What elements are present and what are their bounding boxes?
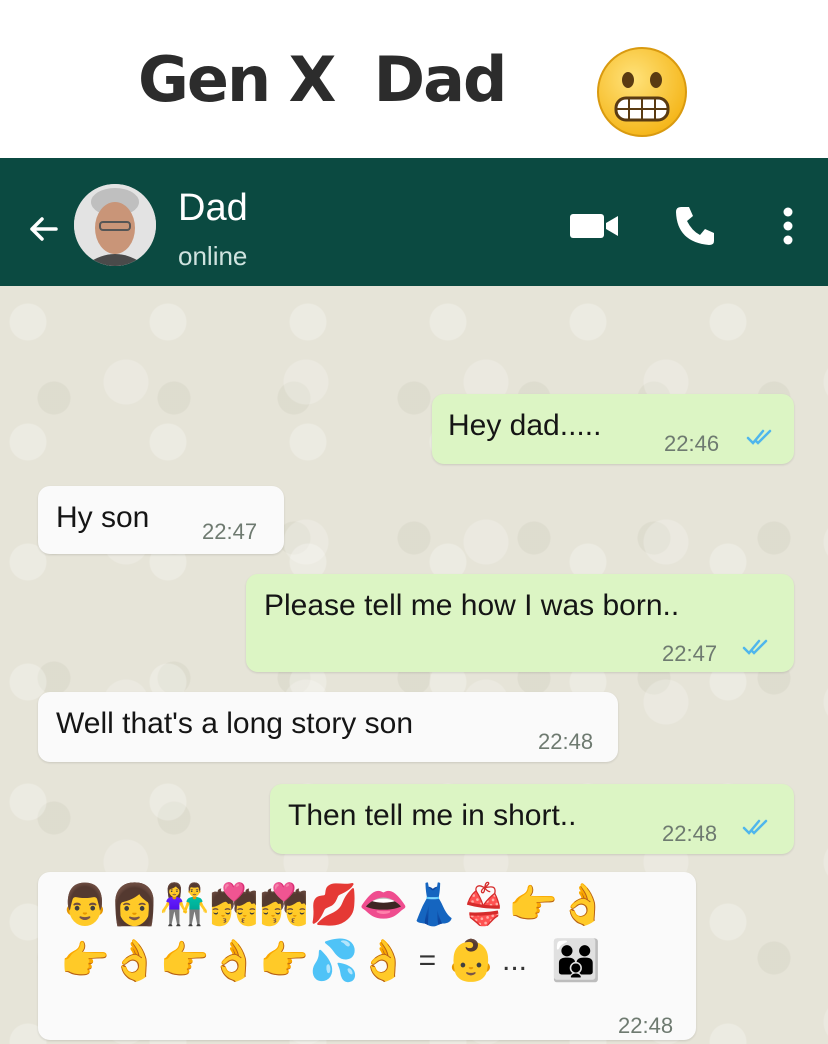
message-time: 22:47 bbox=[202, 519, 258, 544]
message-text: Hy son bbox=[56, 501, 150, 534]
ellipsis: ... bbox=[501, 944, 527, 977]
message-text: Please tell me how I was born.. bbox=[264, 589, 680, 622]
phone-icon[interactable] bbox=[672, 202, 718, 248]
message-time: 22:47 bbox=[662, 641, 718, 666]
baby-emoji: 👶 bbox=[446, 939, 496, 983]
video-call-icon[interactable] bbox=[566, 208, 624, 244]
message-bubble-incoming[interactable]: Hy son 22:47 bbox=[38, 486, 284, 554]
caption-title: Gen X Dad bbox=[138, 43, 507, 116]
family-emoji: 👪 bbox=[551, 939, 601, 983]
message-time: 22:46 bbox=[664, 431, 720, 456]
emoji-line-2: 👉👌👉👌👉💦👌 = 👶 ... 👪 bbox=[60, 938, 601, 984]
read-receipt-icon bbox=[742, 819, 768, 835]
read-receipt-icon bbox=[742, 639, 768, 655]
message-bubble-outgoing[interactable]: Hey dad..... 22:46 bbox=[432, 394, 794, 464]
more-options-icon[interactable] bbox=[776, 204, 800, 248]
grimacing-face-icon bbox=[597, 47, 687, 137]
avatar[interactable] bbox=[74, 184, 156, 266]
emoji-line-1: 👨👩👫💏💏💋👄👗👙👉👌 bbox=[60, 883, 608, 927]
contact-status: online bbox=[178, 241, 248, 271]
equals-sign: = bbox=[418, 944, 437, 977]
contact-name[interactable]: Dad bbox=[178, 186, 248, 230]
message-bubble-incoming-emoji[interactable]: 👨👩👫💏💏💋👄👗👙👉👌 👉👌👉👌👉💦👌 = 👶 ... 👪 22:48 bbox=[38, 872, 696, 1040]
message-text: Then tell me in short.. bbox=[288, 799, 577, 832]
message-time: 22:48 bbox=[662, 821, 718, 846]
caption-banner: Gen X Dad bbox=[0, 0, 828, 158]
back-arrow-icon[interactable] bbox=[26, 212, 60, 246]
message-bubble-outgoing[interactable]: Then tell me in short.. 22:48 bbox=[270, 784, 794, 854]
message-bubble-incoming[interactable]: Well that's a long story son 22:48 bbox=[38, 692, 618, 762]
read-receipt-icon bbox=[746, 429, 772, 445]
message-text: Well that's a long story son bbox=[56, 707, 414, 740]
message-text: Hey dad..... bbox=[448, 409, 602, 442]
message-time: 22:48 bbox=[538, 729, 594, 754]
avatar-photo bbox=[74, 184, 156, 266]
message-bubble-outgoing[interactable]: Please tell me how I was born.. 22:47 bbox=[246, 574, 794, 672]
message-time: 22:48 bbox=[618, 1013, 674, 1038]
emoji-sequence: 👉👌👉👌👉💦👌 bbox=[60, 939, 409, 983]
